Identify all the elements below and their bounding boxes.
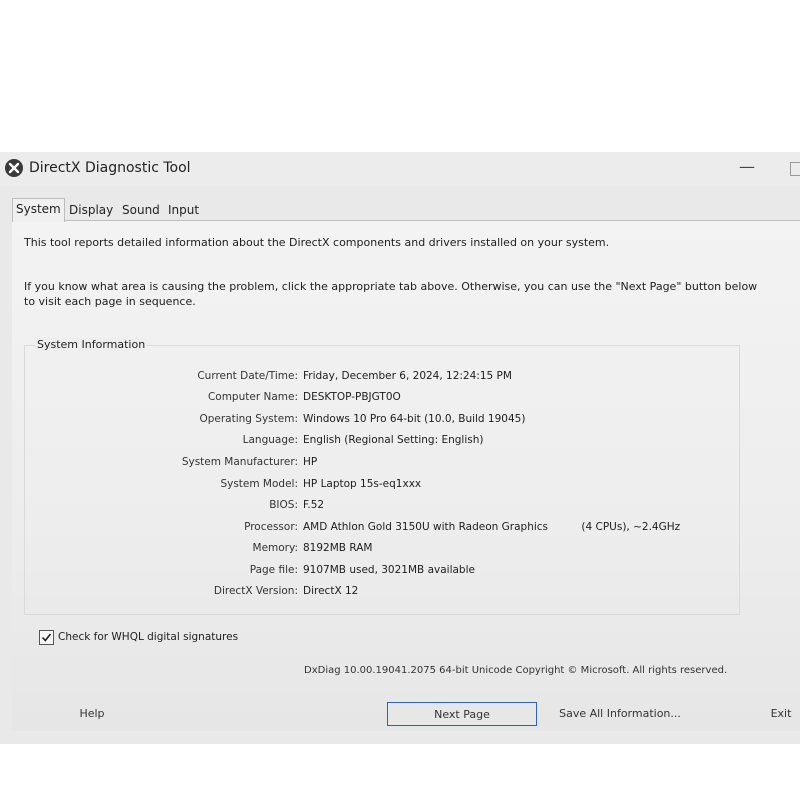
info-row-system-model: System Model: HP Laptop 15s-eq1xxx (25, 474, 725, 494)
info-label: Language: (242, 434, 298, 446)
info-label: Current Date/Time: (197, 370, 298, 382)
group-title: System Information (35, 338, 148, 351)
tab-sound[interactable]: Sound (119, 200, 163, 220)
info-label: System Model: (220, 478, 298, 490)
info-row-language: Language: English (Regional Setting: Eng… (25, 430, 725, 450)
copyright-text: DxDiag 10.00.19041.2075 64-bit Unicode C… (304, 665, 728, 676)
minimize-button[interactable]: — (736, 154, 758, 180)
info-value: English (Regional Setting: English) (303, 434, 484, 446)
info-row-processor: Processor: AMD Athlon Gold 3150U with Ra… (25, 517, 725, 537)
info-value: Windows 10 Pro 64-bit (10.0, Build 19045… (303, 413, 526, 425)
directx-icon (5, 159, 23, 177)
info-value: HP Laptop 15s-eq1xxx (303, 478, 422, 490)
info-row-page-file: Page file: 9107MB used, 3021MB available (25, 560, 725, 580)
info-row-date-time: Current Date/Time: Friday, December 6, 2… (25, 366, 725, 386)
next-page-button[interactable]: Next Page (387, 702, 537, 726)
instructions-text: If you know what area is causing the pro… (24, 280, 758, 308)
info-value: AMD Athlon Gold 3150U with Radeon Graphi… (303, 521, 681, 533)
info-label: System Manufacturer: (181, 456, 298, 468)
checkmark-icon (41, 633, 52, 642)
help-button[interactable]: Help (70, 702, 114, 726)
info-label: BIOS: (269, 499, 298, 511)
info-value: F.52 (303, 499, 325, 511)
tab-display[interactable]: Display (66, 200, 116, 220)
info-row-memory: Memory: 8192MB RAM (25, 538, 725, 558)
info-row-manufacturer: System Manufacturer: HP (25, 452, 725, 472)
exit-button[interactable]: Exit (762, 702, 800, 726)
info-row-computer-name: Computer Name: DESKTOP-PBJGT0O (25, 387, 725, 407)
tab-system[interactable]: System (12, 198, 65, 222)
whql-checkbox[interactable] (39, 630, 54, 645)
info-row-directx-version: DirectX Version: DirectX 12 (25, 581, 725, 601)
info-label: Processor: (244, 521, 298, 533)
maximize-button[interactable] (790, 162, 800, 176)
system-information-group: System Information Current Date/Time: Fr… (24, 338, 740, 615)
info-value: DirectX 12 (303, 585, 359, 597)
info-label: Operating System: (199, 413, 298, 425)
info-value: Friday, December 6, 2024, 12:24:15 PM (303, 370, 512, 382)
window-title: DirectX Diagnostic Tool (29, 160, 191, 176)
info-label: Memory: (252, 542, 298, 554)
tab-input[interactable]: Input (165, 200, 202, 220)
intro-text: This tool reports detailed information a… (24, 236, 610, 249)
system-tab-panel: This tool reports detailed information a… (12, 220, 800, 731)
info-row-operating-system: Operating System: Windows 10 Pro 64-bit … (25, 409, 725, 429)
info-label: Page file: (249, 564, 298, 576)
info-value: 9107MB used, 3021MB available (303, 564, 475, 576)
info-label: Computer Name: (207, 391, 298, 403)
title-bar[interactable]: DirectX Diagnostic Tool — (0, 152, 800, 186)
info-value: 8192MB RAM (303, 542, 373, 554)
directx-diagnostic-window: DirectX Diagnostic Tool — System Display… (0, 152, 800, 744)
save-all-information-button[interactable]: Save All Information... (555, 702, 685, 726)
whql-checkbox-label: Check for WHQL digital signatures (58, 631, 239, 643)
info-value: DESKTOP-PBJGT0O (303, 391, 401, 403)
info-label: DirectX Version: (213, 585, 298, 597)
info-value: HP (303, 456, 318, 468)
info-row-bios: BIOS: F.52 (25, 495, 725, 515)
